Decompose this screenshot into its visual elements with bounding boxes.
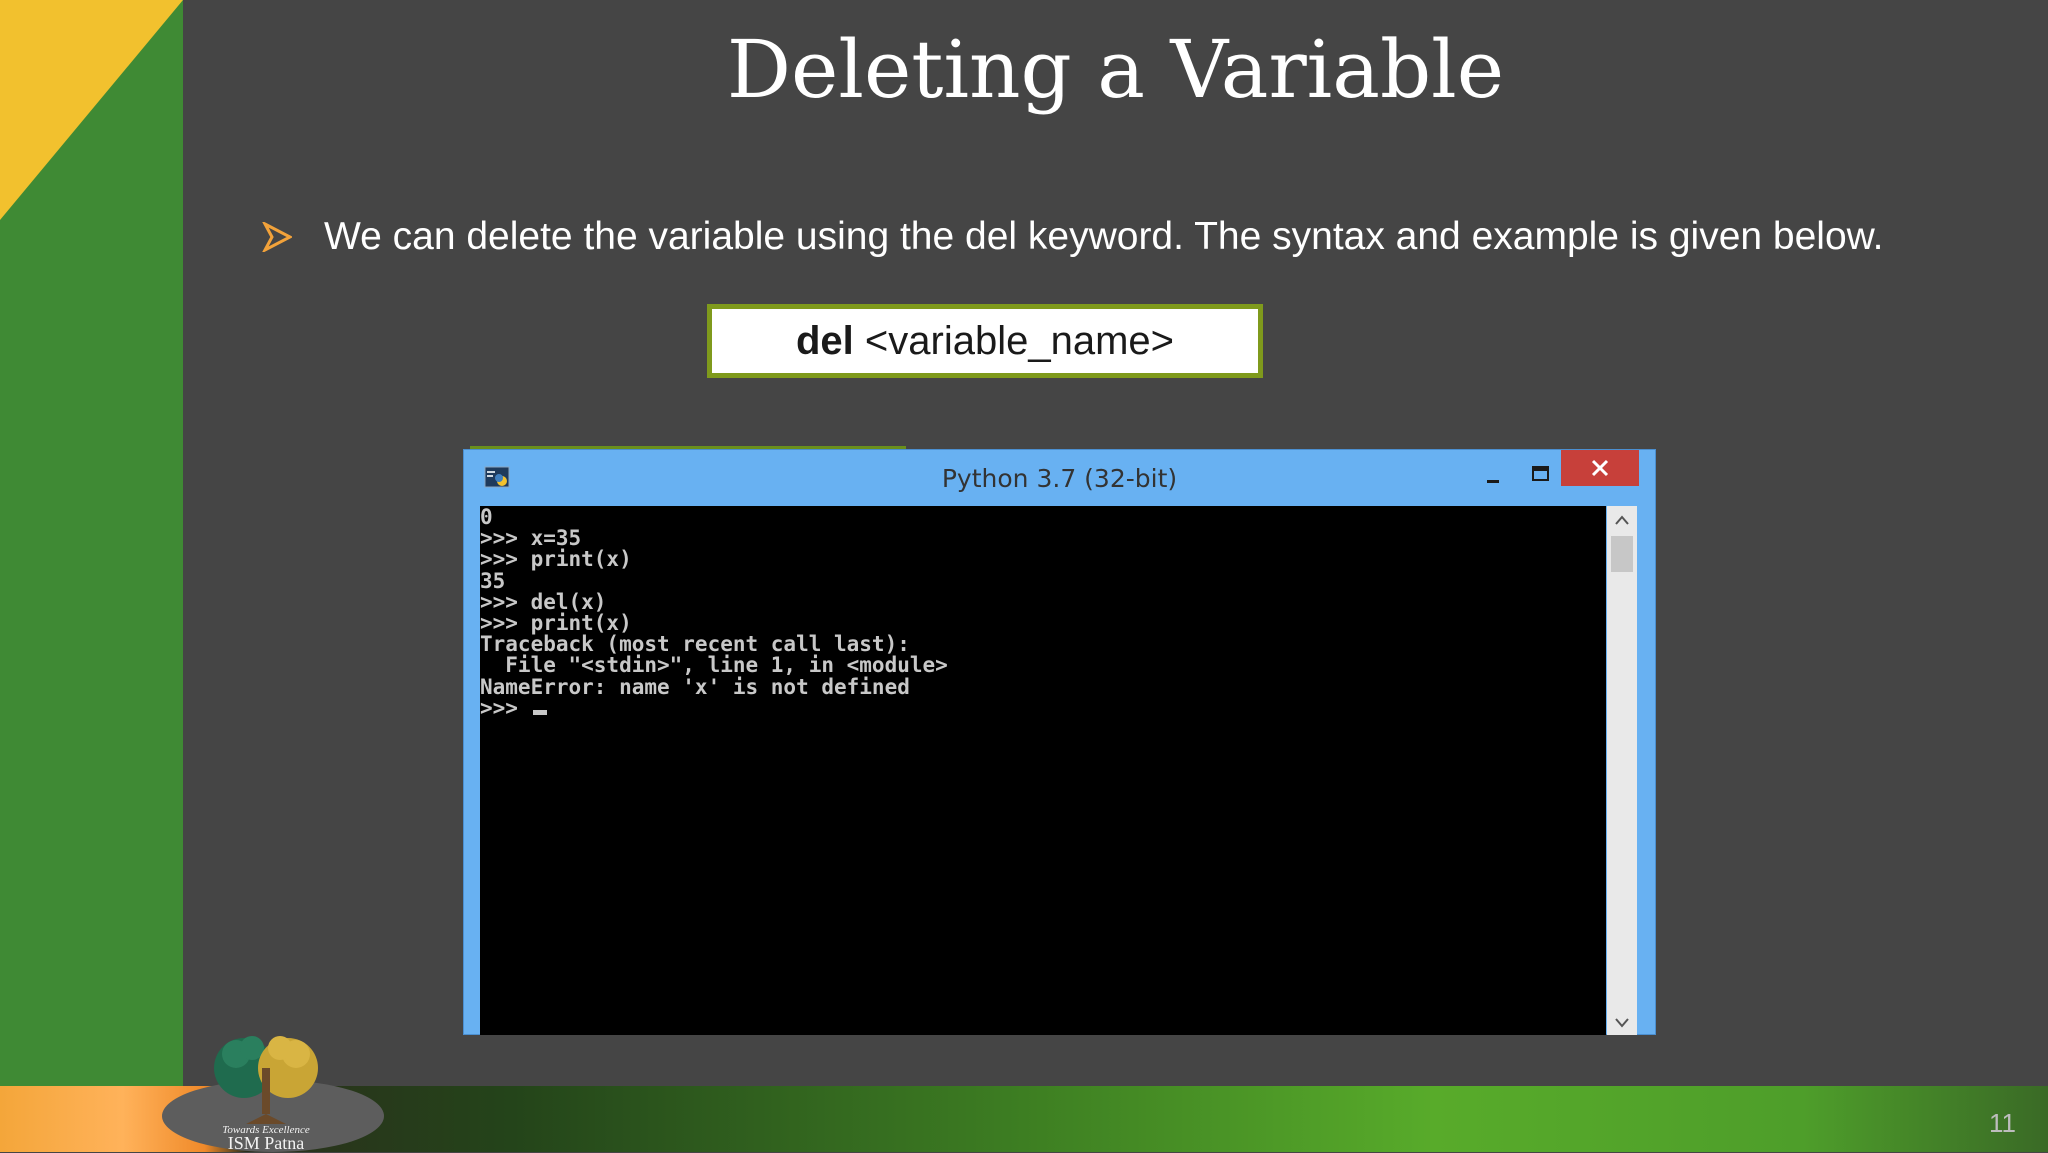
slide-title: Deleting a Variable: [726, 23, 1505, 116]
console-line: Traceback (most recent call last):: [480, 632, 910, 657]
console-line: >>> print(x): [480, 547, 632, 572]
chevron-up-icon[interactable]: [1614, 514, 1630, 526]
console-line: File "<stdin>", line 1, in <module>: [480, 653, 948, 678]
chevron-down-icon[interactable]: [1614, 1017, 1630, 1029]
console-lines: 0 >>> x=35 >>> print(x) 35 >>> del(x) >>…: [480, 506, 1606, 719]
logo-name: ISM Patna: [227, 1133, 305, 1153]
syntax-keyword: del: [795, 318, 854, 363]
close-icon: [1591, 459, 1609, 477]
syntax-box: del <variable_name>: [707, 304, 1263, 378]
console-output[interactable]: 0 >>> x=35 >>> print(x) 35 >>> del(x) >>…: [480, 506, 1606, 1035]
console-line: >>> del(x): [480, 589, 607, 614]
minimize-icon[interactable]: [1477, 460, 1509, 492]
console-line: NameError: name 'x' is not defined: [480, 674, 910, 699]
scroll-thumb[interactable]: [1611, 536, 1633, 572]
window-titlebar[interactable]: Python 3.7 (32-bit): [464, 450, 1655, 506]
console-prompt-line: >>>: [480, 695, 1606, 720]
vertical-scrollbar[interactable]: [1607, 506, 1637, 1035]
syntax-argument: <variable_name>: [853, 318, 1174, 363]
corner-yellow-triangle: [0, 0, 183, 220]
text-cursor: [532, 709, 547, 715]
page-number: 11: [1989, 1108, 2016, 1138]
console-line: >>> x=35: [480, 526, 582, 551]
bullet-text: We can delete the variable using the del…: [324, 215, 1884, 258]
console-prompt: >>>: [480, 695, 531, 720]
arrow-bullet-icon: [262, 222, 292, 252]
close-button[interactable]: [1561, 450, 1639, 486]
python-console-window: Python 3.7 (32-bit) 0 >>> x=35 >>> print…: [463, 449, 1656, 1035]
maximize-icon[interactable]: [1524, 458, 1556, 490]
console-line: 0: [480, 506, 493, 529]
console-line: >>> print(x): [480, 610, 632, 635]
console-line: 35: [480, 568, 506, 593]
